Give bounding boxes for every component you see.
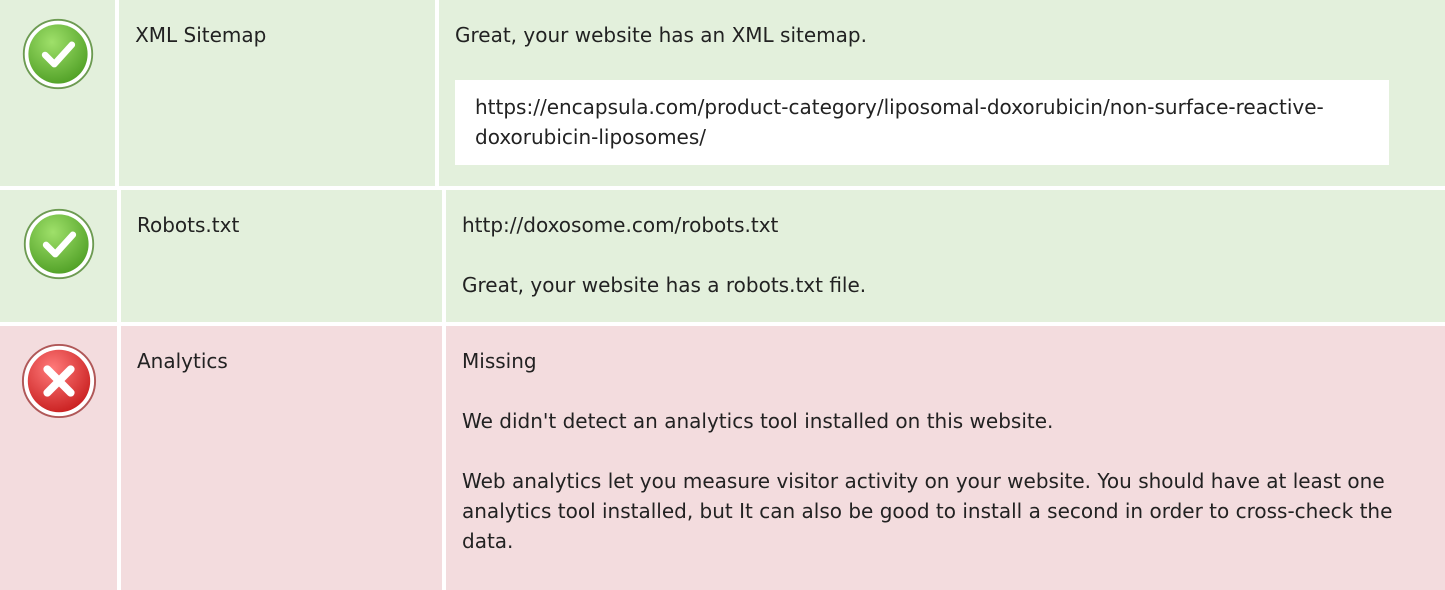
status-cell xyxy=(0,190,117,322)
detail-message: We didn't detect an analytics tool insta… xyxy=(462,409,1054,433)
check-details: Missing We didn't detect an analytics to… xyxy=(446,326,1445,590)
sitemap-url: https://encapsula.com/product-category/l… xyxy=(455,80,1389,165)
report-row-xml-sitemap: XML Sitemap Great, your website has an X… xyxy=(0,0,1445,186)
check-circle-icon xyxy=(23,208,94,280)
report-row-robots-txt: Robots.txt http://doxosome.com/robots.tx… xyxy=(0,190,1445,322)
check-circle-icon xyxy=(22,18,93,90)
check-name: Analytics xyxy=(121,326,442,590)
check-details: Great, your website has an XML sitemap. … xyxy=(439,0,1445,186)
robots-txt-url: http://doxosome.com/robots.txt xyxy=(462,213,779,237)
status-cell xyxy=(0,326,117,590)
detail-message: Great, your website has an XML sitemap. xyxy=(455,23,867,47)
detail-message: Great, your website has a robots.txt fil… xyxy=(462,273,867,297)
check-name: XML Sitemap xyxy=(119,0,435,186)
check-details: http://doxosome.com/robots.txt Great, yo… xyxy=(446,190,1445,322)
x-circle-icon xyxy=(21,343,96,419)
report-row-analytics: Analytics Missing We didn't detect an an… xyxy=(0,326,1445,590)
status-text: Missing xyxy=(462,349,537,373)
detail-explanation: Web analytics let you measure visitor ac… xyxy=(462,469,1393,553)
seo-report-table: XML Sitemap Great, your website has an X… xyxy=(0,0,1445,590)
status-cell xyxy=(0,0,116,186)
check-name: Robots.txt xyxy=(121,190,442,322)
